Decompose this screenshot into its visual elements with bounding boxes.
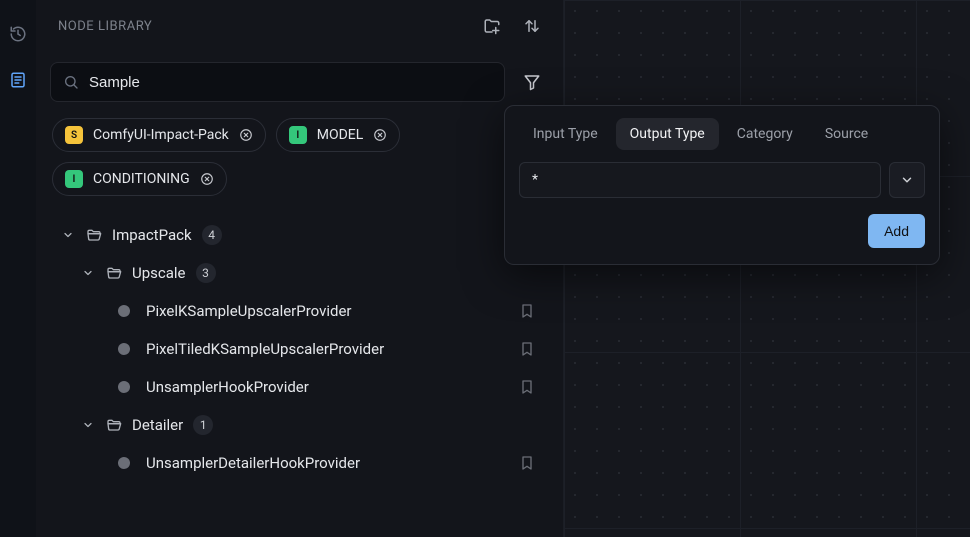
select-caret-button[interactable]: [889, 162, 925, 198]
chip-remove-icon[interactable]: [200, 172, 214, 186]
filter-popover: Input Type Output Type Category Source *…: [504, 105, 940, 265]
library-tab-icon[interactable]: [6, 68, 30, 92]
node-tree: ImpactPack 4 Upscale 3 PixelKSampleUpsca…: [50, 196, 549, 482]
chip-badge: S: [65, 126, 83, 144]
chip-remove-icon[interactable]: [373, 128, 387, 142]
tree-node-item[interactable]: UnsamplerHookProvider: [56, 368, 547, 406]
tab-source[interactable]: Source: [811, 118, 882, 150]
folder-open-icon: [106, 265, 122, 281]
tab-input-type[interactable]: Input Type: [519, 118, 612, 150]
tree-group-count: 3: [196, 263, 216, 283]
search-box: [50, 62, 505, 102]
add-filter-button[interactable]: Add: [868, 214, 925, 248]
node-name: UnsamplerHookProvider: [146, 378, 309, 396]
filter-popover-tabs: Input Type Output Type Category Source: [505, 106, 939, 162]
filter-type-value: *: [532, 172, 538, 188]
filter-type-select[interactable]: *: [519, 162, 881, 198]
chip-source[interactable]: S ComfyUI-Impact-Pack: [52, 118, 266, 152]
panel-title: NODE LIBRARY: [58, 19, 152, 34]
panel-header: NODE LIBRARY: [36, 0, 563, 52]
chevron-down-icon: [60, 229, 76, 241]
bookmark-icon[interactable]: [519, 455, 547, 471]
sort-icon[interactable]: [523, 17, 541, 35]
tree-group-label: ImpactPack: [112, 226, 192, 244]
node-dot-icon: [118, 457, 130, 469]
bookmark-icon[interactable]: [519, 303, 547, 319]
node-name: PixelTiledKSampleUpscalerProvider: [146, 340, 384, 358]
chip-badge: I: [289, 126, 307, 144]
canvas-area[interactable]: Input Type Output Type Category Source *…: [564, 0, 970, 537]
left-rail: [0, 0, 36, 537]
tree-node-item[interactable]: PixelKSampleUpscalerProvider: [56, 292, 547, 330]
node-dot-icon: [118, 343, 130, 355]
chip-label: MODEL: [317, 127, 364, 143]
search-input[interactable]: [89, 74, 492, 91]
chevron-down-icon: [80, 267, 96, 279]
chip-label: ComfyUI-Impact-Pack: [93, 127, 229, 143]
chevron-down-icon: [80, 419, 96, 431]
tree-group-label: Detailer: [132, 416, 183, 434]
history-icon[interactable]: [6, 22, 30, 46]
tree-group-count: 4: [202, 225, 222, 245]
tab-output-type[interactable]: Output Type: [616, 118, 719, 150]
folder-open-icon: [86, 227, 102, 243]
filter-chips: S ComfyUI-Impact-Pack I MODEL I CONDITIO…: [50, 102, 549, 196]
search-icon: [63, 74, 79, 90]
node-dot-icon: [118, 305, 130, 317]
bookmark-icon[interactable]: [519, 379, 547, 395]
tree-node-item[interactable]: UnsamplerDetailerHookProvider: [56, 444, 547, 482]
chip-label: CONDITIONING: [93, 171, 190, 187]
node-library-panel: NODE LIBRARY S ComfyUI-: [36, 0, 564, 537]
chip-input-model[interactable]: I MODEL: [276, 118, 401, 152]
chip-badge: I: [65, 170, 83, 188]
tree-group-upscale[interactable]: Upscale 3: [56, 254, 547, 292]
bookmark-icon[interactable]: [519, 341, 547, 357]
node-name: PixelKSampleUpscalerProvider: [146, 302, 352, 320]
chip-remove-icon[interactable]: [239, 128, 253, 142]
tree-node-item[interactable]: PixelTiledKSampleUpscalerProvider: [56, 330, 547, 368]
tree-group-label: Upscale: [132, 264, 186, 282]
filter-button[interactable]: [515, 65, 549, 99]
chip-input-conditioning[interactable]: I CONDITIONING: [52, 162, 227, 196]
new-folder-icon[interactable]: [483, 17, 501, 35]
folder-open-icon: [106, 417, 122, 433]
node-name: UnsamplerDetailerHookProvider: [146, 454, 360, 472]
tab-category[interactable]: Category: [723, 118, 807, 150]
node-dot-icon: [118, 381, 130, 393]
tree-group-impactpack[interactable]: ImpactPack 4: [56, 216, 547, 254]
tree-group-count: 1: [193, 415, 213, 435]
tree-group-detailer[interactable]: Detailer 1: [56, 406, 547, 444]
